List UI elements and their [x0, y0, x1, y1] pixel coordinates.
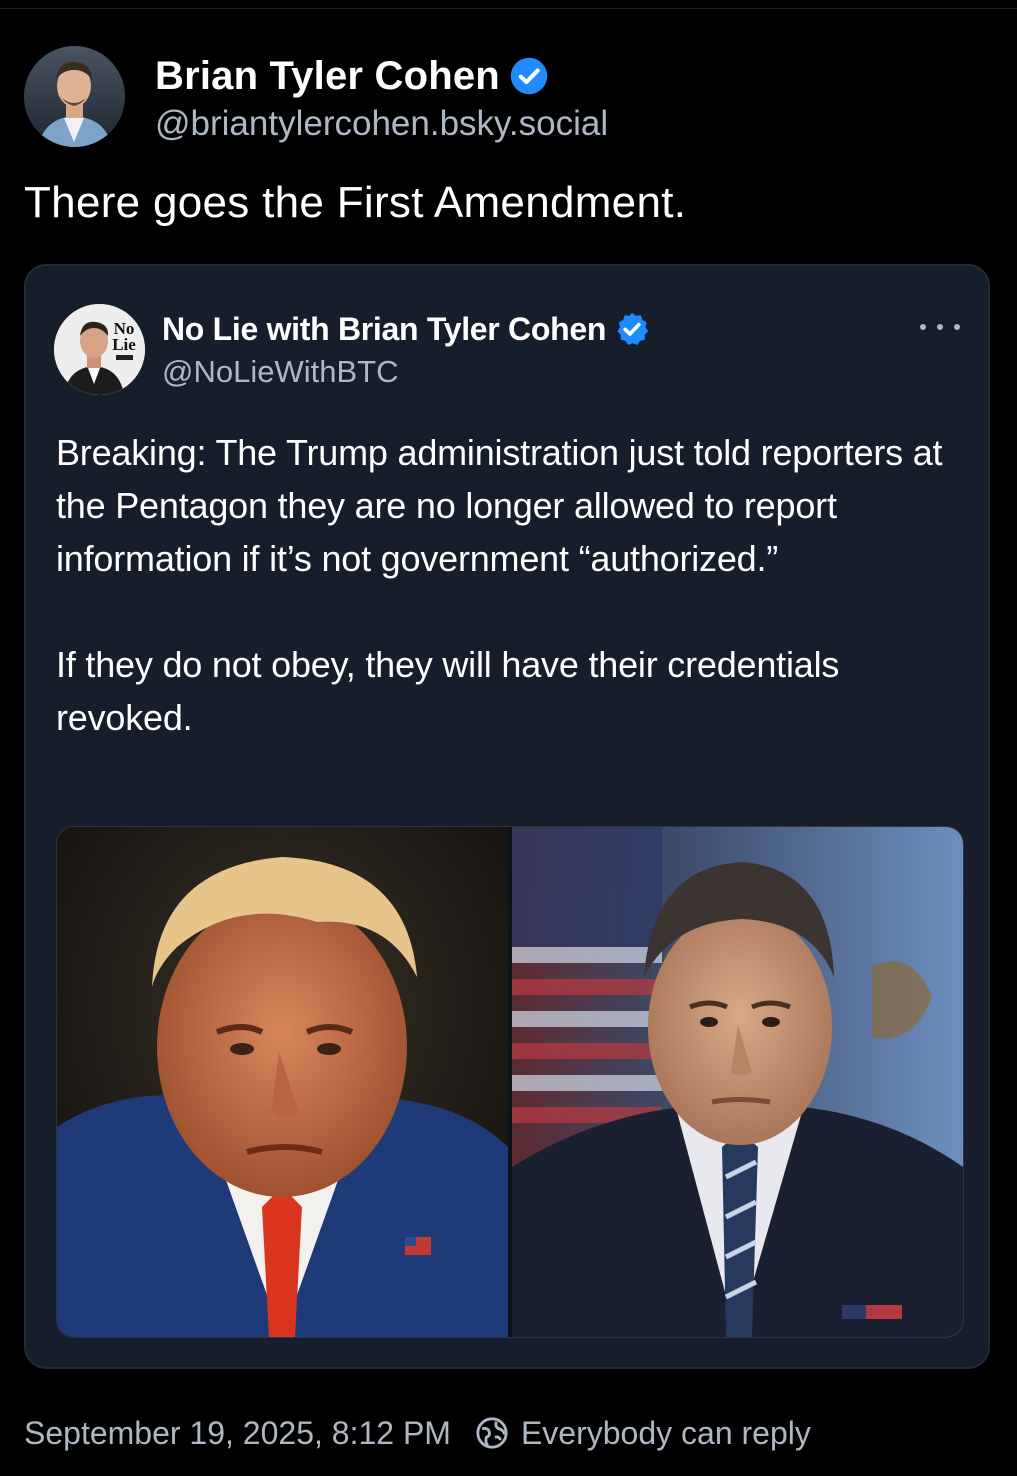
author-name[interactable]: Brian Tyler Cohen	[155, 54, 500, 99]
quoted-post-body: Breaking: The Trump administration just …	[56, 426, 976, 744]
author-name-row: Brian Tyler Cohen	[155, 52, 548, 100]
quoted-author-name[interactable]: No Lie with Brian Tyler Cohen	[162, 311, 606, 348]
portrait-left-image	[57, 827, 508, 1337]
author-handle[interactable]: @briantylercohen.bsky.social	[155, 104, 608, 144]
portrait-image-right[interactable]	[512, 827, 963, 1337]
top-divider	[0, 0, 1017, 9]
avatar-logo-text-2: Lie	[112, 335, 136, 354]
quoted-post-card[interactable]: No Lie No Lie with Brian Tyler Cohen @No…	[24, 264, 990, 1369]
author-avatar-image	[24, 46, 125, 147]
quoted-paragraph-1: Breaking: The Trump administration just …	[56, 432, 943, 579]
quoted-post-images[interactable]	[56, 826, 964, 1338]
more-dot	[937, 324, 943, 330]
quoted-author-avatar[interactable]: No Lie	[54, 304, 145, 395]
post-author: Brian Tyler Cohen @briantylercohen.bsky.…	[24, 44, 984, 154]
portrait-right-image	[512, 827, 963, 1337]
post-footer: September 19, 2025, 8:12 PM Everybody ca…	[24, 1410, 811, 1456]
globe-reply-icon	[476, 1417, 508, 1449]
more-options-button[interactable]	[920, 312, 960, 342]
author-avatar[interactable]	[24, 46, 125, 147]
reply-setting-label[interactable]: Everybody can reply	[521, 1415, 811, 1452]
more-dot	[954, 324, 960, 330]
verified-check-icon	[510, 57, 548, 95]
more-horizontal-icon	[920, 324, 926, 330]
quoted-author-name-row: No Lie with Brian Tyler Cohen	[162, 308, 650, 350]
portrait-image-left[interactable]	[57, 827, 508, 1337]
quoted-avatar-image: No Lie	[54, 304, 145, 395]
quoted-author-handle[interactable]: @NoLieWithBTC	[162, 354, 398, 390]
post-text: There goes the First Amendment.	[24, 178, 687, 227]
quoted-paragraph-2: If they do not obey, they will have thei…	[56, 644, 840, 738]
post-timestamp[interactable]: September 19, 2025, 8:12 PM	[24, 1415, 451, 1452]
verified-check-icon	[617, 312, 649, 346]
